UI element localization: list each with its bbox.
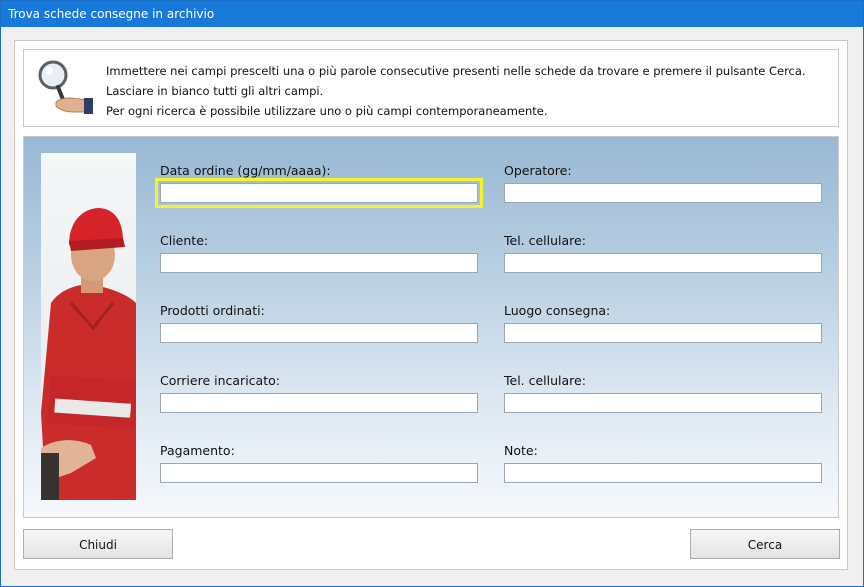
luogo-consegna-input[interactable] — [504, 323, 822, 343]
label-luogo-consegna: Luogo consegna: — [504, 303, 611, 318]
label-cliente: Cliente: — [160, 233, 209, 248]
close-button[interactable]: Chiudi — [23, 529, 173, 559]
instruction-line-2: Lasciare in bianco tutti gli altri campi… — [106, 84, 324, 98]
delivery-courier-photo — [41, 153, 136, 500]
label-data-ordine: Data ordine (gg/mm/aaaa): — [160, 163, 331, 178]
instructions-box: Immettere nei campi prescelti una o più … — [23, 49, 839, 127]
data-ordine-input[interactable] — [160, 183, 478, 203]
instruction-line-1: Immettere nei campi prescelti una o più … — [106, 64, 806, 78]
label-note: Note: — [504, 443, 538, 458]
tel-cellulare-2-input[interactable] — [504, 393, 822, 413]
label-operatore: Operatore: — [504, 163, 572, 178]
label-prodotti-ordinati: Prodotti ordinati: — [160, 303, 265, 318]
label-pagamento: Pagamento: — [160, 443, 235, 458]
window-title: Trova schede consegne in archivio — [1, 1, 863, 27]
label-corriere-incaricato: Corriere incaricato: — [160, 373, 280, 388]
prodotti-ordinati-input[interactable] — [160, 323, 478, 343]
pagamento-input[interactable] — [160, 463, 478, 483]
note-input[interactable] — [504, 463, 822, 483]
instruction-line-3: Per ogni ricerca è possibile utilizzare … — [106, 104, 548, 118]
magnifier-icon — [38, 60, 93, 114]
tel-cellulare-1-input[interactable] — [504, 253, 822, 273]
label-tel-cellulare-2: Tel. cellulare: — [504, 373, 586, 388]
label-tel-cellulare-1: Tel. cellulare: — [504, 233, 586, 248]
corriere-incaricato-input[interactable] — [160, 393, 478, 413]
search-button[interactable]: Cerca — [690, 529, 840, 559]
cliente-input[interactable] — [160, 253, 478, 273]
operatore-input[interactable] — [504, 183, 822, 203]
